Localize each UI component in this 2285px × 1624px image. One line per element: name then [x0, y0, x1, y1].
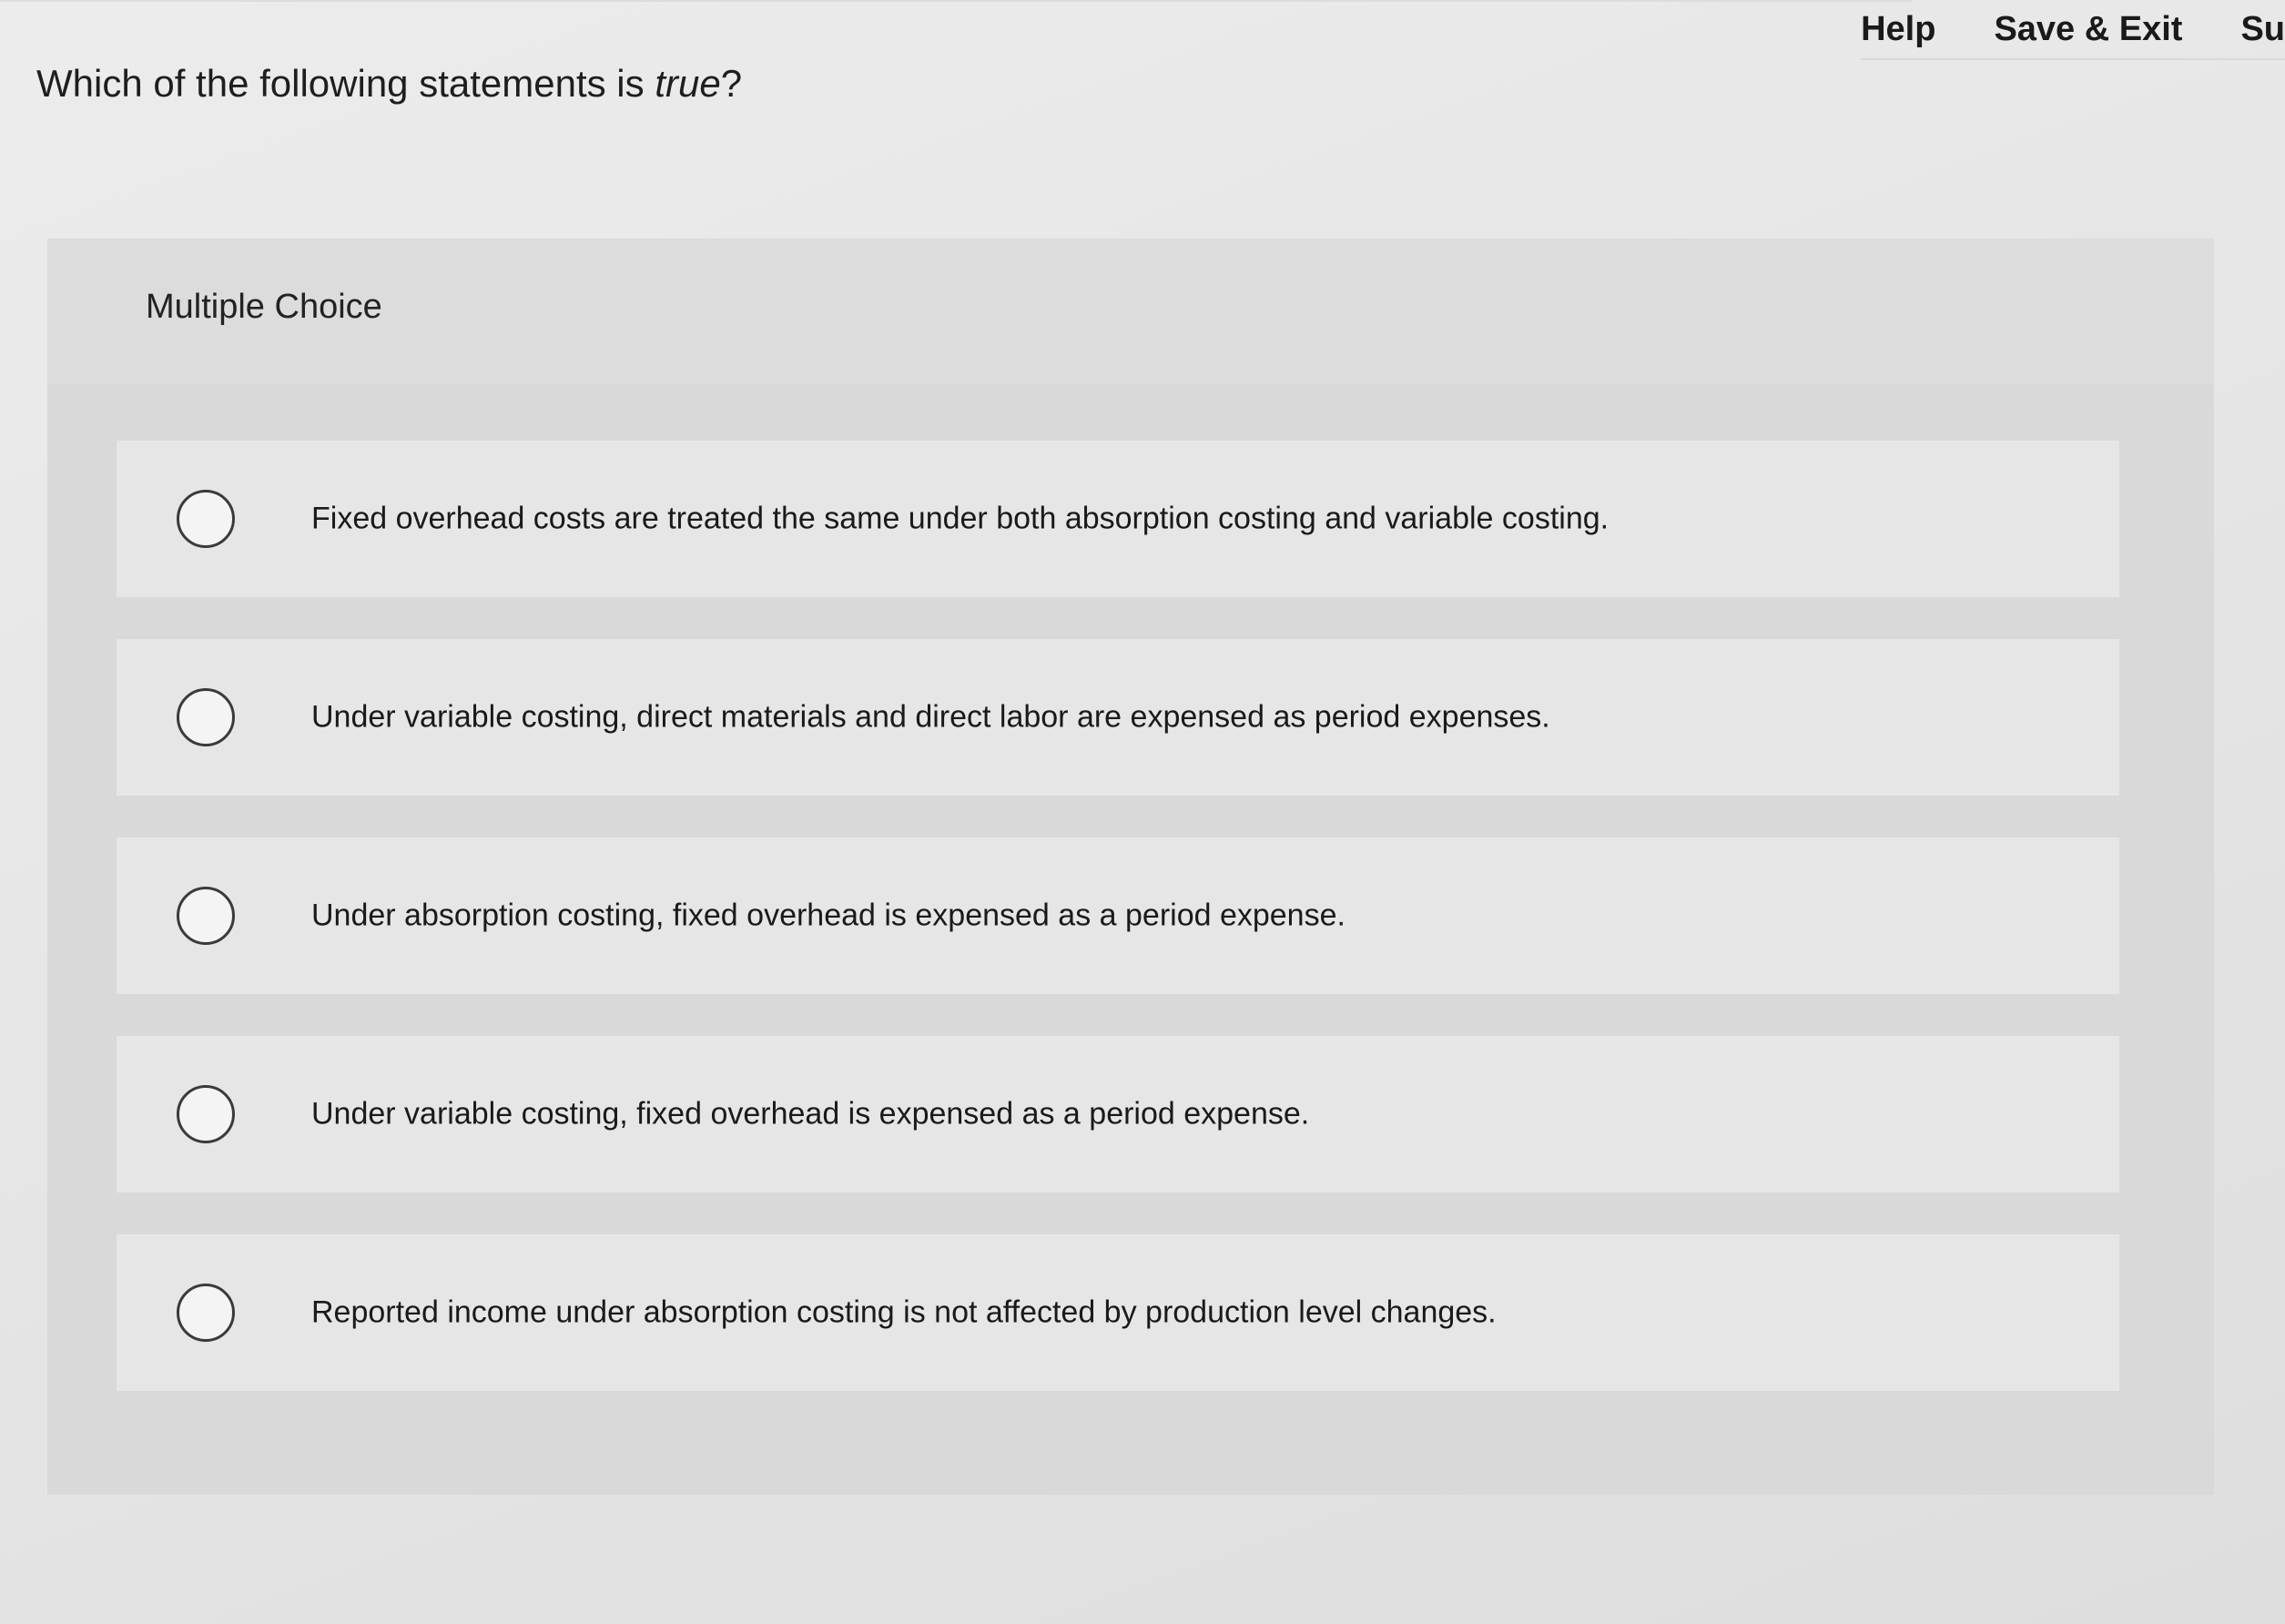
answer-option[interactable]: Under variable costing, fixed overhead i… [117, 1036, 2119, 1193]
question-suffix: ? [720, 62, 743, 105]
radio-button-icon[interactable] [177, 490, 235, 548]
answer-option-label: Reported income under absorption costing… [311, 1294, 1497, 1330]
answer-option-label: Fixed overhead costs are treated the sam… [311, 501, 1610, 536]
multiple-choice-title: Multiple Choice [146, 288, 382, 326]
quiz-page: Help Save & Exit Su Which of the followi… [0, 0, 2285, 1624]
radio-button-icon[interactable] [177, 887, 235, 945]
radio-button-icon[interactable] [177, 1284, 235, 1342]
answer-option-label: Under absorption costing, fixed overhead… [311, 898, 1346, 933]
question-prefix: Which of the following statements is [36, 62, 655, 105]
answer-options: Fixed overhead costs are treated the sam… [117, 441, 2119, 1433]
answer-option[interactable]: Under absorption costing, fixed overhead… [117, 837, 2119, 994]
answer-option[interactable]: Reported income under absorption costing… [117, 1234, 2119, 1391]
answer-option-label: Under variable costing, direct materials… [311, 699, 1550, 735]
answer-option[interactable]: Under variable costing, direct materials… [117, 639, 2119, 796]
save-exit-button[interactable]: Save & Exit [1994, 10, 2182, 49]
answer-option-label: Under variable costing, fixed overhead i… [311, 1096, 1310, 1132]
submit-button[interactable]: Su [2240, 10, 2285, 49]
answer-option[interactable]: Fixed overhead costs are treated the sam… [117, 441, 2119, 597]
radio-button-icon[interactable] [177, 688, 235, 746]
top-divider [0, 0, 1912, 2]
question-prompt: Which of the following statements is tru… [36, 62, 742, 106]
help-button[interactable]: Help [1861, 10, 1935, 49]
top-navigation: Help Save & Exit Su [1861, 0, 2285, 60]
radio-button-icon[interactable] [177, 1085, 235, 1143]
question-emphasis: true [655, 62, 721, 105]
